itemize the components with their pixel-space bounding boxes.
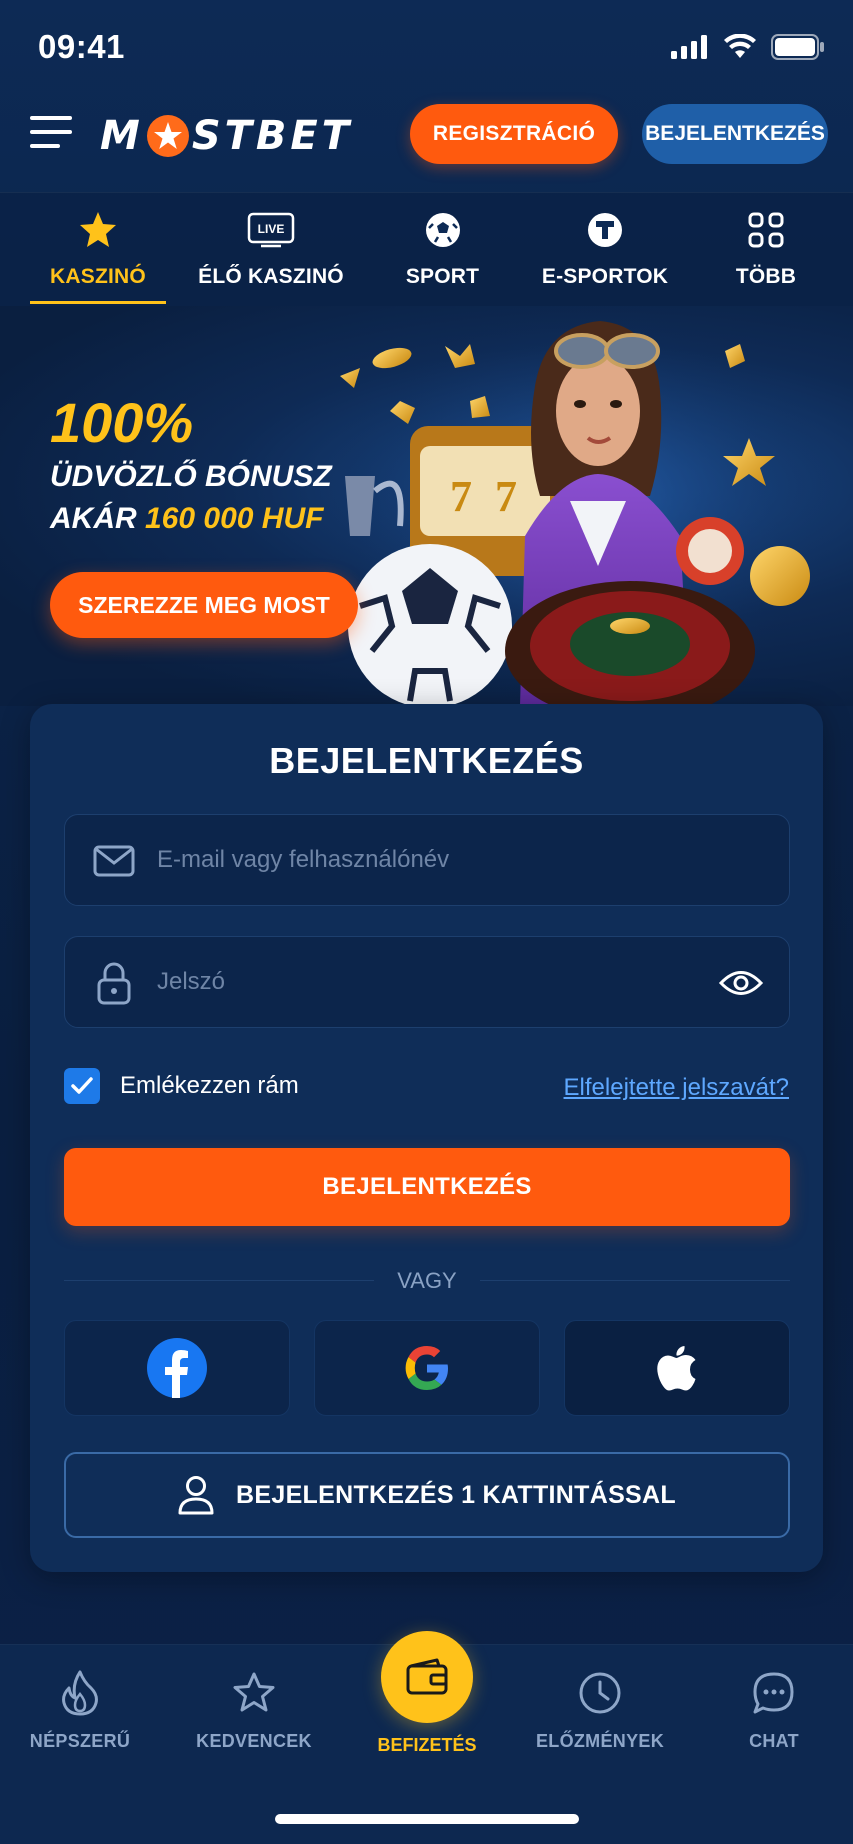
esports-icon [588,213,622,247]
password-input[interactable] [157,937,717,1027]
bonus-amount: AKÁR 160 000 HUF [50,502,323,536]
app-screen: 09:41 M STBET REGISZTRÁCIÓ BEJELENTKEZÉS… [0,0,853,1844]
login-title: BEJELENTKEZÉS [269,740,584,781]
nav-chat[interactable]: CHAT [699,1669,849,1752]
chat-icon [753,1672,794,1714]
header-login-button[interactable]: BEJELENTKEZÉS [642,104,828,164]
logo-star-icon [146,115,189,157]
nav-popular-label: NÉPSZERŰ [29,1731,131,1751]
email-field[interactable] [64,814,790,906]
status-bar: 09:41 [0,0,853,90]
google-login-button[interactable] [314,1320,540,1416]
home-indicator[interactable] [275,1814,579,1824]
star-outline-icon [233,1672,275,1712]
clock-icon [579,1672,621,1714]
nav-history[interactable]: ELŐZMÉNYEK [525,1669,675,1752]
svg-text:LIVE: LIVE [258,222,285,236]
live-icon: LIVE [247,212,295,248]
promo-banner[interactable]: 7 7 100% ÜDVÖZLŐ BÓNUSZ AKÁR 160 000 HUF… [0,306,853,706]
nav-history-label: ELŐZMÉNYEK [535,1731,664,1751]
bonus-percent: 100% [50,391,194,454]
soccer-ball-icon [425,213,460,247]
wifi-icon [724,34,756,58]
signal-icon [671,35,707,59]
deposit-circle [381,1631,473,1723]
lock-icon [93,961,135,1005]
tab-sport[interactable]: SPORT [385,193,500,307]
google-icon [405,1346,448,1390]
user-icon [178,1476,214,1515]
nav-popular[interactable]: NÉPSZERŰ [5,1669,155,1752]
register-button[interactable]: REGISZTRÁCIÓ [410,104,618,164]
remember-me-checkbox[interactable] [64,1068,100,1104]
show-password-eye-icon[interactable] [719,961,763,1005]
checkmark-icon [71,1077,93,1094]
svg-text:7: 7 [495,472,517,521]
apple-login-button[interactable] [564,1320,790,1416]
banner-illustration: 7 7 [320,306,840,706]
svg-text:7: 7 [450,472,472,521]
or-divider-label: VAGY [397,1268,457,1293]
active-tab-indicator [30,301,166,304]
logo-text-right: STBET [191,113,354,159]
wallet-icon [406,1658,448,1695]
email-input[interactable] [157,815,717,905]
status-icons [671,34,825,60]
nav-favorites-label: KEDVENCEK [196,1731,312,1751]
apple-icon [657,1346,696,1391]
tab-live-casino-label: ÉLŐ KASZINÓ [198,265,344,288]
logo-text-left: M [100,113,144,159]
facebook-icon [147,1338,207,1398]
tab-esports-label: E-SPORTOK [541,265,669,288]
status-time: 09:41 [38,28,125,65]
app-header: M STBET REGISZTRÁCIÓ BEJELENTKEZÉS [0,100,853,172]
facebook-login-button[interactable] [64,1320,290,1416]
mail-icon [93,839,135,883]
nav-deposit-label: BEFIZETÉS [377,1735,477,1755]
remember-me-toggle[interactable]: Emlékezzen rám [64,1068,299,1104]
login-submit-button[interactable]: BEJELENTKEZÉS [64,1148,790,1226]
tab-live-casino[interactable]: LIVE ÉLŐ KASZINÓ [196,193,346,307]
star-icon [80,212,116,247]
tab-casino-label: KASZINÓ [50,265,146,288]
forgot-password-link[interactable]: Elfelejtette jelszavát? [564,1074,789,1102]
tab-more-label: TÖBB [735,265,797,288]
flame-icon [62,1670,98,1716]
tab-esports[interactable]: E-SPORTOK [535,193,675,307]
tab-more[interactable]: TÖBB [716,193,816,307]
one-click-login-label: BEJELENTKEZÉS 1 KATTINTÁSSAL [236,1480,676,1509]
bonus-amount-value: 160 000 HUF [145,502,324,535]
remember-me-label: Emlékezzen rám [120,1072,299,1099]
nav-chat-label: CHAT [749,1731,799,1751]
category-tabs: KASZINÓ LIVE ÉLŐ KASZINÓ SPORT E-SPORTOK… [0,192,853,306]
tab-sport-label: SPORT [405,265,480,288]
bonus-amount-prefix: AKÁR [50,502,145,535]
grid-icon [748,212,784,248]
bonus-title: ÜDVÖZLŐ BÓNUSZ [50,460,332,493]
password-field[interactable] [64,936,790,1028]
tab-casino[interactable]: KASZINÓ [30,193,166,307]
battery-icon [771,34,824,60]
login-form-card: BEJELENTKEZÉS E-mail vagy felhasználónév… [30,704,823,1572]
or-divider: VAGY [64,1266,790,1296]
hamburger-menu-icon[interactable] [30,116,72,152]
mostbet-logo[interactable]: M STBET [100,112,353,160]
nav-favorites[interactable]: KEDVENCEK [179,1669,329,1752]
nav-deposit[interactable]: BEFIZETÉS [377,1631,477,1756]
claim-bonus-button[interactable]: SZEREZZE MEG MOST [50,572,358,638]
one-click-login-button[interactable]: BEJELENTKEZÉS 1 KATTINTÁSSAL [64,1452,790,1538]
